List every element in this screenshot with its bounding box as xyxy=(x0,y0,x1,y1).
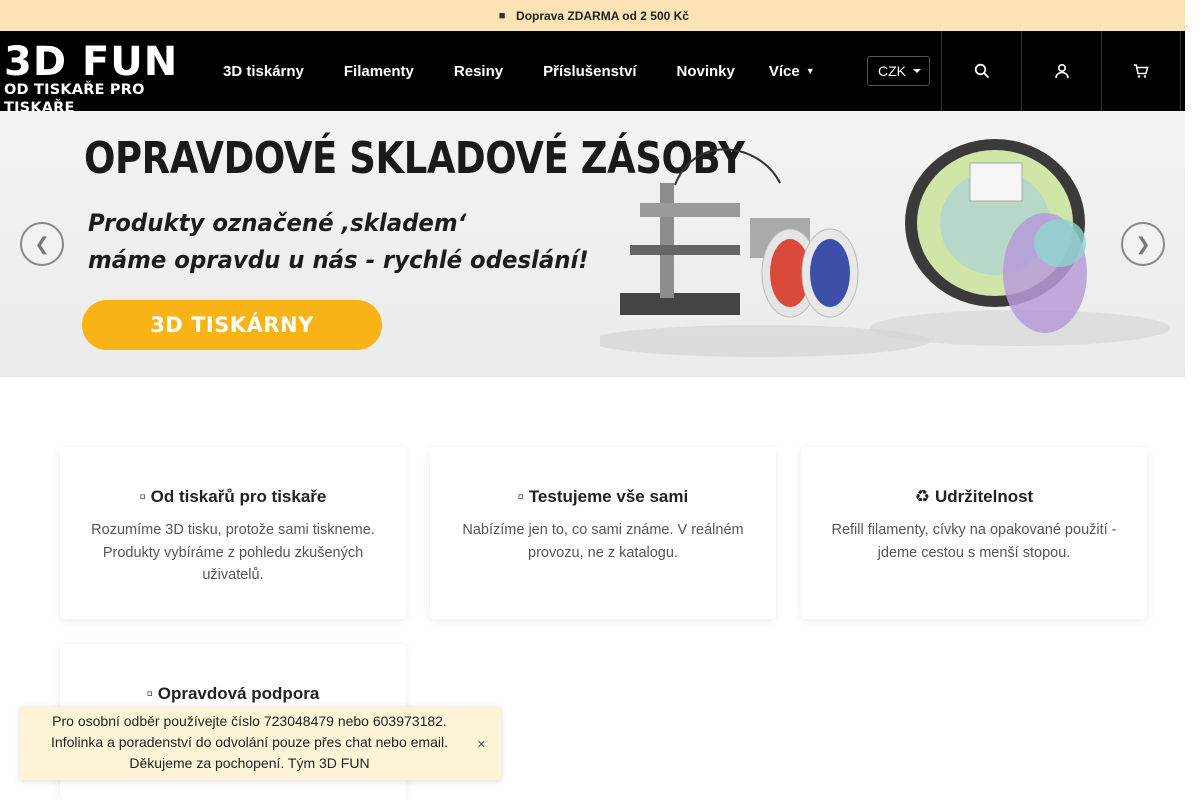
site-header: 3D FUN OD TISKAŘE PRO TISKAŘE 3D tiskárn… xyxy=(0,31,1185,116)
product-illustration xyxy=(600,139,1170,357)
logo-main: 3D FUN xyxy=(4,39,179,85)
feature-text: Nabízíme jen to, co sami známe. V reálné… xyxy=(462,522,744,561)
chevron-down-icon: ▼ xyxy=(805,65,815,76)
feature-title-text: Opravdová podpora xyxy=(157,684,320,703)
currency-select[interactable]: CZK xyxy=(867,56,930,86)
hero-line-1: Produkty označené ‚skladem‘ xyxy=(88,209,467,237)
account-button[interactable] xyxy=(1021,31,1101,111)
flask-icon: ▫ xyxy=(517,487,524,506)
truck-icon: ■ xyxy=(498,9,506,22)
feature-card: ▫ Testujeme vše sami Nabízíme jen to, co … xyxy=(430,447,776,619)
feature-title: ▫ Testujeme vše sami xyxy=(430,487,776,507)
slider-next-button[interactable]: ❯ xyxy=(1121,222,1165,266)
feature-title-text: Udržitelnost xyxy=(935,487,1034,506)
promo-text: Doprava ZDARMA od 2 500 Kč xyxy=(516,8,689,23)
promo-bar: ■ Doprava ZDARMA od 2 500 Kč xyxy=(0,0,1185,31)
feature-title-text: Testujeme vše sami xyxy=(528,487,689,506)
cart-icon xyxy=(1134,64,1149,78)
nav-item-more[interactable]: Více ▼ xyxy=(769,63,815,80)
feature-title-text: Od tiskařů pro tiskaře xyxy=(150,487,327,506)
nav-item-news[interactable]: Novinky xyxy=(677,63,735,80)
slider-prev-button[interactable]: ❮ xyxy=(20,222,64,266)
user-icon xyxy=(1054,63,1069,79)
main-nav: 3D tiskárny Filamenty Resiny Příslušenst… xyxy=(223,31,815,111)
search-button[interactable] xyxy=(941,31,1021,111)
nav-item-more-label: Více xyxy=(768,62,800,80)
recycle-icon: ♻ xyxy=(914,487,930,506)
feature-title: ▫ Opravdová podpora xyxy=(60,684,406,704)
notice-line-2: Infolinka a poradenství do odvolání pouz… xyxy=(51,734,448,750)
feature-text: Refill filamenty, cívky na opakované pou… xyxy=(831,522,1117,561)
nav-item-3d-printers[interactable]: 3D tiskárny xyxy=(223,63,304,80)
notice-line-1: Pro osobní odběr používejte číslo 723048… xyxy=(52,713,447,729)
notice-toast: Pro osobní odběr používejte číslo 723048… xyxy=(20,707,501,780)
feature-title: ▫ Od tiskařů pro tiskaře xyxy=(60,487,406,507)
nav-item-accessories[interactable]: Příslušenství xyxy=(543,63,636,80)
hero-banner[interactable]: OPRAVDOVÉ SKLADOVÉ ZÁSOBY Produkty označ… xyxy=(0,111,1185,377)
feature-card: ♻ Udržitelnost Refill filamenty, cívky na… xyxy=(801,447,1147,619)
feature-text: Rozumíme 3D tisku, protože sami tiskneme… xyxy=(91,522,375,583)
cart-button[interactable] xyxy=(1101,31,1181,111)
hero-line-2: máme opravdu u nás - rychlé odeslání! xyxy=(88,246,589,274)
support-icon: ▫ xyxy=(146,684,153,703)
currency-value: CZK xyxy=(878,63,906,79)
nav-item-filaments[interactable]: Filamenty xyxy=(344,63,414,80)
chevron-right-icon: ❯ xyxy=(1135,234,1151,254)
close-icon[interactable]: ✕ xyxy=(477,735,486,756)
feature-card: ▫ Od tiskařů pro tiskaře Rozumíme 3D tisk… xyxy=(60,447,406,619)
handshake-icon: ▫ xyxy=(139,487,146,506)
caret-down-icon xyxy=(913,69,921,73)
search-icon xyxy=(974,63,989,79)
hero-cta-button[interactable]: 3D TISKÁRNY xyxy=(82,300,382,350)
notice-line-3: Děkujeme za pochopení. Tým 3D FUN xyxy=(129,755,370,771)
feature-title: ♻ Udržitelnost xyxy=(801,487,1147,507)
logo[interactable]: 3D FUN OD TISKAŘE PRO TISKAŘE xyxy=(4,39,206,116)
chevron-left-icon: ❮ xyxy=(34,234,50,254)
nav-item-resins[interactable]: Resiny xyxy=(454,63,503,80)
